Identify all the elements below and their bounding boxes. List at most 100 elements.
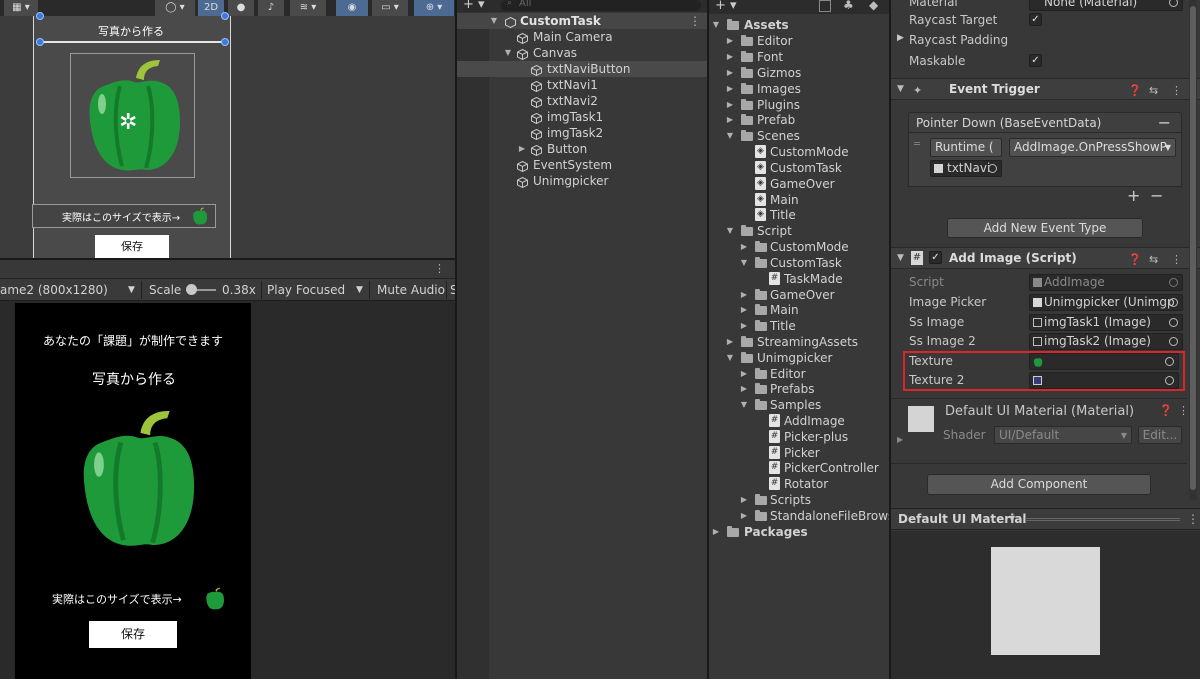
collapse-arrow-icon[interactable]: ▶: [725, 112, 735, 128]
hierarchy-item[interactable]: imgTask1: [457, 109, 707, 125]
raycast-target-checkbox[interactable]: ✓: [1029, 13, 1042, 26]
project-item[interactable]: # AddImage: [709, 413, 889, 429]
hierarchy-item[interactable]: imgTask2: [457, 125, 707, 141]
more-options-icon[interactable]: ⋮: [1171, 253, 1182, 266]
project-item[interactable]: ▼ CustomTask: [709, 255, 889, 271]
image-picker-field[interactable]: Unimgpicker (Unimgp: [1029, 294, 1183, 311]
expand-arrow-icon[interactable]: ▼: [725, 128, 735, 144]
more-options-icon[interactable]: ⋮: [1178, 404, 1189, 417]
project-item[interactable]: ◈ Title: [709, 207, 889, 223]
preset-icon[interactable]: ⇆: [1149, 253, 1158, 266]
texture-2-field[interactable]: [1029, 372, 1179, 389]
project-item[interactable]: ▶ Plugins: [709, 97, 889, 113]
hierarchy-item-selected[interactable]: txtNaviButton: [457, 61, 707, 77]
game-save-button[interactable]: 保存: [89, 621, 177, 648]
add-icon[interactable]: + ▾: [715, 0, 737, 13]
project-item[interactable]: # PickerController: [709, 460, 889, 476]
project-item[interactable]: ▶ Main: [709, 302, 889, 318]
create-icon[interactable]: [819, 0, 831, 12]
move-tool-icon[interactable]: ✲: [119, 112, 137, 134]
project-item[interactable]: # Picker: [709, 445, 889, 461]
ss-image-field[interactable]: imgTask1 (Image): [1029, 314, 1183, 331]
more-options-icon[interactable]: ⋮: [689, 13, 701, 29]
project-item[interactable]: ▶ GameOver: [709, 287, 889, 303]
expand-arrow-icon[interactable]: ▼: [725, 350, 735, 366]
inspector-scrollbar-thumb[interactable]: [1190, 6, 1196, 490]
project-item[interactable]: ▶ Editor: [709, 366, 889, 382]
project-item[interactable]: ▼ Assets: [709, 17, 889, 33]
project-item[interactable]: ◈ CustomMode: [709, 144, 889, 160]
game-screen[interactable]: あなたの「課題」が制作できます 写真から作る 実際はこのサイズで表示→ 保存: [15, 303, 251, 679]
component-enabled-checkbox[interactable]: ✓: [929, 251, 942, 264]
project-item[interactable]: ▶ Title: [709, 318, 889, 334]
project-item[interactable]: ◈ Main: [709, 192, 889, 208]
project-panel[interactable]: + ▾ ♣ ◆ ▼ Assets ▶ Editor ▶ Font ▶ Gizmos ▶ I…: [709, 0, 889, 679]
more-options-icon[interactable]: ⋮: [1187, 512, 1199, 526]
runtime-dropdown[interactable]: Runtime (: [930, 138, 1002, 157]
collapse-arrow-icon[interactable]: ▶: [725, 49, 735, 65]
collapse-arrow-icon[interactable]: ▶: [725, 33, 735, 49]
play-focus-dropdown[interactable]: Play Focused: [267, 279, 345, 301]
drag-handle-icon[interactable]: ═: [914, 139, 920, 150]
collapse-arrow-icon[interactable]: ▶: [725, 97, 735, 113]
camera-icon[interactable]: ▭ ▾: [372, 0, 408, 16]
shading-mode-button[interactable]: ◯ ▾: [155, 0, 195, 16]
expand-arrow-icon[interactable]: ▼: [739, 255, 749, 271]
expand-arrow-icon[interactable]: ▼: [503, 45, 513, 61]
audio-icon[interactable]: ♪: [258, 0, 284, 16]
selection-handle[interactable]: [36, 12, 44, 20]
collapse-arrow-icon[interactable]: ▶: [739, 508, 749, 524]
expand-arrow-icon[interactable]: ▼: [489, 13, 499, 29]
foldout-arrow-icon[interactable]: ▼: [897, 253, 904, 263]
project-item[interactable]: ▶ Gizmos: [709, 65, 889, 81]
chevron-down-icon[interactable]: ▼: [128, 279, 135, 301]
project-item[interactable]: ▼ Script: [709, 223, 889, 239]
collapse-arrow-icon[interactable]: ▶: [725, 81, 735, 97]
hierarchy-item[interactable]: ▼ Canvas: [457, 45, 707, 61]
target-object-field[interactable]: txtNavi: [930, 160, 1002, 177]
more-options-icon[interactable]: ⋮: [434, 262, 445, 275]
visibility-icon[interactable]: ◉: [336, 0, 368, 16]
expand-arrow-icon[interactable]: ▼: [739, 397, 749, 413]
chevron-down-icon[interactable]: ▼: [1009, 514, 1015, 523]
project-item[interactable]: ▶ Images: [709, 81, 889, 97]
add-image-header[interactable]: ▼ # ✓ Add Image (Script) ❓ ⇆ ⋮: [891, 247, 1200, 269]
selection-handle[interactable]: [221, 12, 229, 20]
collapse-arrow-icon[interactable]: ▶: [739, 366, 749, 382]
shader-dropdown[interactable]: UI/Default ▼: [994, 426, 1132, 444]
hierarchy-panel[interactable]: + ▾ ⌕ All ▼ CustomTask ⋮ Main Camera ▼ C…: [457, 0, 707, 679]
label-icon[interactable]: ◆: [869, 0, 878, 12]
filter-icon[interactable]: ♣: [843, 0, 854, 12]
expand-arrow-icon[interactable]: ▼: [725, 223, 735, 239]
maskable-checkbox[interactable]: ✓: [1029, 54, 1042, 67]
foldout-arrow-icon[interactable]: ▼: [897, 84, 904, 94]
selection-handle[interactable]: [36, 38, 44, 46]
object-picker-icon[interactable]: [1169, 318, 1178, 327]
scene-view[interactable]: ▦ ▾ ◯ ▾ 2D ● ♪ ≋ ▾ ◉ ▭ ▾ ⊕ ▾ 写真から作る ✲ 実際…: [0, 0, 455, 258]
preset-icon[interactable]: ⇆: [1149, 84, 1158, 97]
game-view[interactable]: ⋮ ame2 (800x1280) ▼ Scale 0.38x Play Foc…: [0, 260, 455, 679]
collapse-arrow-icon[interactable]: ▶: [739, 239, 749, 255]
collapse-arrow-icon[interactable]: ▶: [725, 65, 735, 81]
help-icon[interactable]: ❓: [1159, 404, 1173, 417]
ss-image-2-field[interactable]: imgTask2 (Image): [1029, 333, 1183, 350]
project-item[interactable]: ▶ Packages: [709, 524, 889, 540]
hierarchy-item[interactable]: ▶ Button: [457, 141, 707, 157]
preview-dropdown[interactable]: Default UI Material: [898, 512, 1027, 526]
project-item[interactable]: ▶ Prefabs: [709, 381, 889, 397]
scale-slider-handle[interactable]: [186, 284, 197, 295]
collapse-arrow-icon[interactable]: ▶: [517, 141, 527, 157]
hierarchy-item[interactable]: Unimgpicker: [457, 173, 707, 189]
project-item[interactable]: ◈ CustomTask: [709, 160, 889, 176]
hierarchy-item[interactable]: txtNavi2: [457, 93, 707, 109]
remove-callback-icon[interactable]: −: [1150, 186, 1163, 205]
project-item[interactable]: ▶ StreamingAssets: [709, 334, 889, 350]
collapse-arrow-icon[interactable]: ▶: [739, 492, 749, 508]
function-dropdown[interactable]: AddImage.OnPressShowP ▼: [1009, 138, 1176, 157]
hierarchy-item[interactable]: Main Camera: [457, 29, 707, 45]
project-item[interactable]: ▼ Scenes: [709, 128, 889, 144]
collapse-arrow-icon[interactable]: ▶: [739, 287, 749, 303]
object-picker-icon[interactable]: [988, 164, 997, 173]
help-icon[interactable]: ❓: [1128, 253, 1142, 266]
material-field[interactable]: None (Material): [1029, 0, 1183, 11]
